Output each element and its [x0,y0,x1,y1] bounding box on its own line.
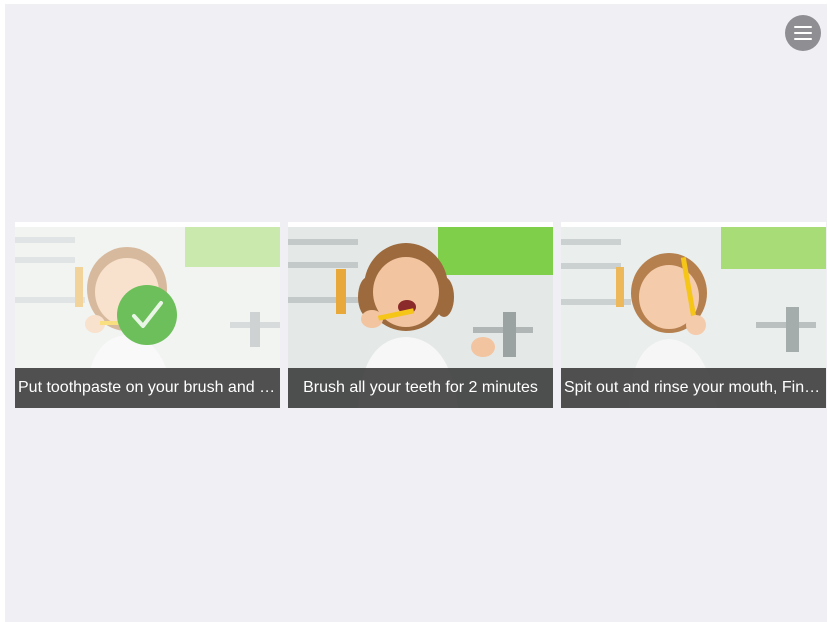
step-caption: Put toothpaste on your brush and put it … [15,368,280,408]
hamburger-menu-icon [794,26,812,28]
menu-button[interactable] [785,15,821,51]
step-caption: Spit out and rinse your mouth, Finished … [561,368,826,408]
hamburger-menu-icon-bar [794,32,812,34]
completed-badge [117,285,177,345]
step-card-1[interactable]: Put toothpaste on your brush and put it … [15,222,280,408]
app-screen: Put toothpaste on your brush and put it … [5,4,827,622]
checkmark-icon [132,301,163,328]
step-card-2[interactable]: Brush all your teeth for 2 minutes [288,222,553,408]
step-caption: Brush all your teeth for 2 minutes [288,368,553,408]
hamburger-menu-icon-bar [794,38,812,40]
step-cards: Put toothpaste on your brush and put it … [15,222,826,408]
step-card-3[interactable]: Spit out and rinse your mouth, Finished … [561,222,826,408]
